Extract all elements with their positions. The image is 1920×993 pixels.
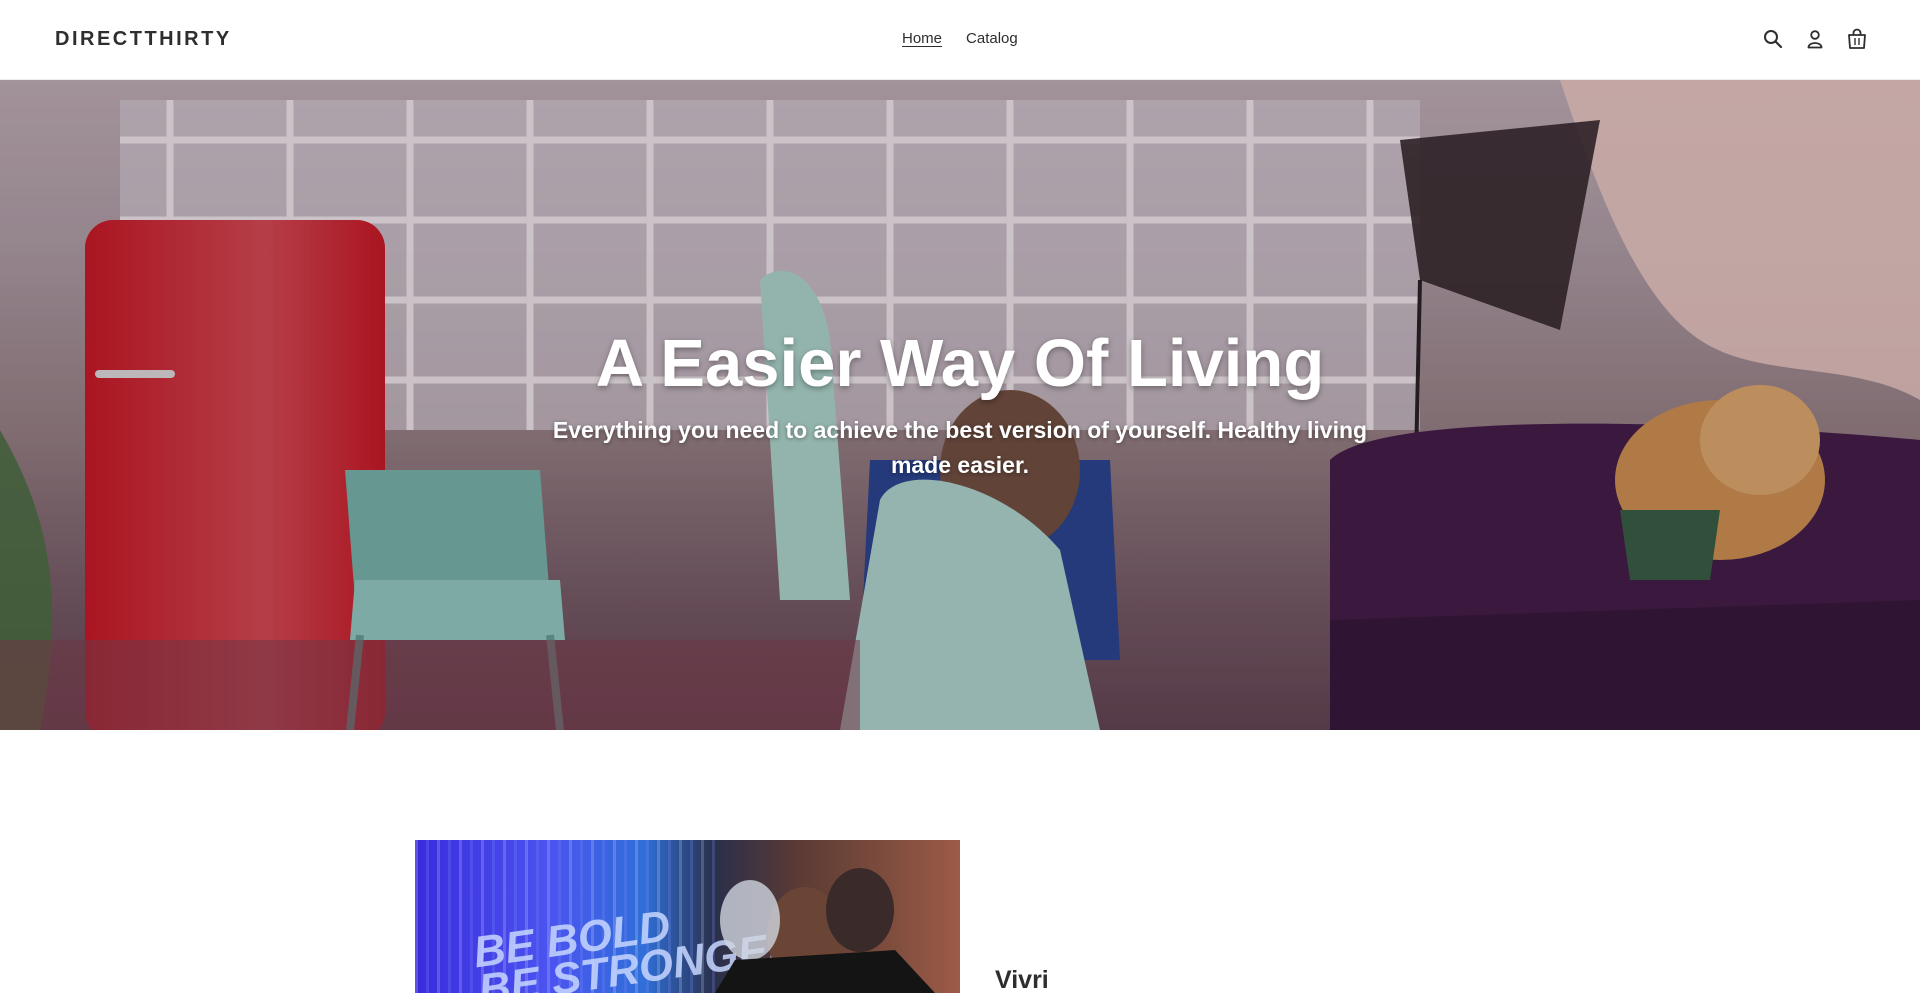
header-icons <box>1762 28 1868 50</box>
site-header: DIRECTTHIRTY Home Catalog <box>0 0 1920 80</box>
site-logo[interactable]: DIRECTTHIRTY <box>55 28 232 51</box>
nav-link-home[interactable]: Home <box>902 30 942 47</box>
cart-icon[interactable] <box>1846 28 1868 50</box>
account-icon[interactable] <box>1804 28 1826 50</box>
hero-title: A Easier Way Of Living <box>595 326 1325 401</box>
featured-image-people <box>715 868 935 993</box>
nav-link-catalog[interactable]: Catalog <box>966 30 1018 47</box>
search-icon[interactable] <box>1762 28 1784 50</box>
hero-overlay <box>0 80 1920 730</box>
hero-banner: A Easier Way Of Living Everything you ne… <box>0 80 1920 730</box>
featured-title[interactable]: Vivri <box>995 966 1049 993</box>
featured-image[interactable]: BE BOLD BE STRONGER <box>415 840 960 993</box>
hero-subtitle: Everything you need to achieve the best … <box>552 417 1368 478</box>
main-nav: Home Catalog <box>902 30 1018 47</box>
